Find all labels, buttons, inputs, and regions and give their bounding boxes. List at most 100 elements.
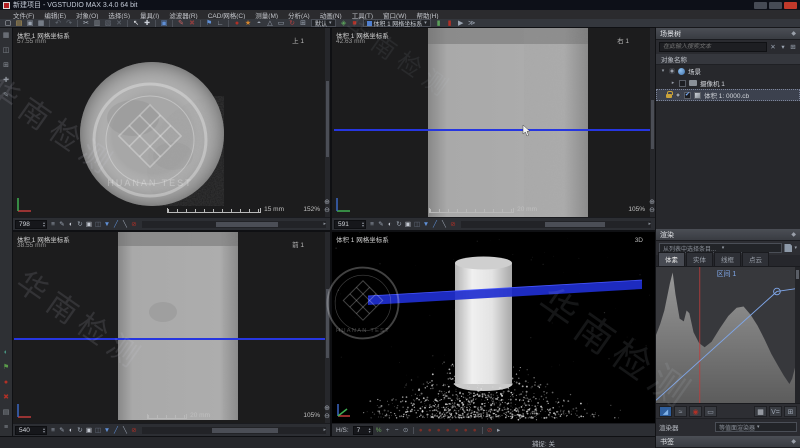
crosshair-tool-icon[interactable]: ✚	[1, 77, 12, 85]
menu-item-10[interactable]: 工具(T)	[347, 10, 378, 20]
viewport-top-view[interactable]: 体积 1 网格坐标系 57.55 mm 上 1 15 mm 152% ⊕⊖ 79…	[13, 28, 330, 230]
play-animation-icon[interactable]: ▶	[456, 19, 466, 28]
menu-item-12[interactable]: 帮助(H)	[412, 10, 444, 20]
bookmark-header[interactable]: 书签 ◆	[656, 436, 800, 448]
magnet-snap-icon[interactable]: ◓	[254, 19, 264, 28]
visibility-icon[interactable]	[669, 68, 675, 74]
marker-icon[interactable]: ▼	[103, 426, 111, 435]
panel-tool-icon[interactable]: ⊞	[1, 62, 12, 70]
viewport-right-view[interactable]: 体积 1 网格坐标系 42.63 mm 右 1 20 mm 105% ⊕⊖ 59…	[332, 28, 655, 230]
maximize-button[interactable]	[769, 2, 782, 9]
material-sphere-icon[interactable]: ●	[232, 19, 242, 28]
spinner-arrows-icon[interactable]: ▴▾	[43, 427, 46, 434]
menu-item-8[interactable]: 分析(A)	[283, 10, 315, 20]
rotate-slice-icon[interactable]: ↻	[76, 426, 84, 435]
flag-tool-icon[interactable]: ⚑	[1, 364, 12, 372]
move-icon[interactable]: ✚	[142, 19, 152, 28]
close-button[interactable]	[784, 2, 797, 9]
clear-search-icon[interactable]: ✕	[769, 43, 777, 51]
center-view-icon[interactable]: ⊙	[402, 426, 410, 435]
tree-row-camera[interactable]: ▸ 摄像机 1	[656, 77, 800, 89]
material-preset-7-icon[interactable]: ●	[471, 426, 479, 435]
ramp-linear-icon[interactable]: ◢	[659, 406, 672, 417]
stop-record-icon[interactable]: ■	[350, 19, 360, 28]
angle-tool-icon[interactable]: △	[265, 19, 275, 28]
expander-icon[interactable]: ▸	[670, 80, 676, 86]
menu-item-0[interactable]: 文件(F)	[8, 10, 39, 20]
import-icon[interactable]: ▦	[36, 19, 46, 28]
preset-dropdown[interactable]: 默认▾	[311, 19, 336, 27]
histogram-panel[interactable]: 区间 1	[656, 267, 800, 404]
scene-tree-header[interactable]: 场景树 ◆	[656, 28, 800, 40]
table-view-icon[interactable]: ▦	[754, 406, 767, 417]
horizontal-scrollbar[interactable]: ▸	[142, 427, 326, 434]
delete-tool-icon[interactable]: ✖	[1, 394, 12, 402]
render-tab-0[interactable]: 体素	[658, 252, 685, 266]
menu-item-6[interactable]: CAD/网格(C)	[203, 10, 251, 20]
spinner-arrows-icon[interactable]: ▴▾	[43, 221, 46, 228]
sphere-tool-icon[interactable]: ◐	[1, 349, 12, 357]
material-preset-5-icon[interactable]: ●	[453, 426, 461, 435]
profile-line-icon[interactable]: ╱	[431, 220, 439, 229]
render-tab-1[interactable]: 实体	[686, 252, 713, 266]
histogram-chart[interactable]	[656, 267, 795, 403]
paste-icon[interactable]: ▧	[103, 19, 113, 28]
annotate-tool-icon[interactable]: ✎	[1, 92, 12, 100]
menu-item-1[interactable]: 编辑(E)	[39, 10, 71, 20]
split-view-tool-icon[interactable]: ◫	[1, 47, 12, 55]
material-preset-2-icon[interactable]: ●	[426, 426, 434, 435]
refresh-icon[interactable]: ↻	[287, 19, 297, 28]
viewport-3d[interactable]: 体积 1 网格坐标系 3D H/S: 7 ▴▾ %+−⊙●●●●●●●⊘▸	[332, 232, 655, 436]
profile-line-icon[interactable]: ╱	[112, 220, 120, 229]
expander-icon[interactable]: ▾	[660, 68, 666, 74]
capture-view-icon[interactable]: ▮	[434, 19, 444, 28]
tree-row-volume[interactable]: ✔ 体积 1: 0000.cb	[656, 89, 800, 101]
measure-line-icon[interactable]: ╲	[440, 220, 448, 229]
volume-3d-image[interactable]	[332, 232, 655, 423]
rotate-slice-icon[interactable]: ↻	[395, 220, 403, 229]
save-preset-icon[interactable]	[784, 244, 792, 252]
zoom-out-3d-icon[interactable]: −	[393, 426, 401, 435]
render-tab-3[interactable]: 点云	[742, 252, 769, 266]
coordinate-system-dropdown[interactable]: 体积 1 网格坐标系▾	[363, 19, 431, 27]
menu-item-9[interactable]: 动画(N)	[315, 10, 347, 20]
registration-icon[interactable]: ◈	[339, 19, 349, 28]
renderer-dropdown[interactable]: 等值面渲染器 ▾	[715, 422, 797, 432]
favorites-star-icon[interactable]: ★	[243, 19, 253, 28]
menu-item-7[interactable]: 测量(M)	[250, 10, 283, 20]
list-tool-icon[interactable]: ▤	[1, 409, 12, 417]
volume-checkbox[interactable]: ✔	[684, 92, 691, 99]
grid-view-tool-icon[interactable]: ▦	[1, 32, 12, 40]
slice-number-input[interactable]: 798 ▴▾	[15, 220, 47, 229]
material-preset-6-icon[interactable]: ●	[462, 426, 470, 435]
opacity-off-icon[interactable]: ◉	[689, 406, 702, 417]
compare-view-icon[interactable]: ◫	[413, 220, 421, 229]
material-preset-3-icon[interactable]: ●	[435, 426, 443, 435]
annotate-slice-icon[interactable]: ✎	[377, 220, 385, 229]
histogram-region-label[interactable]: 区间 1	[716, 269, 736, 279]
rendering-header[interactable]: 渲染 ◆	[656, 229, 800, 241]
disable-lighting-icon[interactable]: ⊘	[486, 426, 494, 435]
contrast-icon[interactable]: ◐	[67, 426, 75, 435]
contrast-icon[interactable]: ◐	[67, 220, 75, 229]
visibility-icon[interactable]	[675, 92, 681, 98]
menu-item-2[interactable]: 对象(O)	[71, 10, 103, 20]
ramp-curve-icon[interactable]: ≈	[674, 406, 687, 417]
palette-icon[interactable]: ▣	[404, 220, 412, 229]
view-options-icon[interactable]: ≡	[368, 220, 376, 229]
zoom-buttons[interactable]: ⊕⊖	[649, 199, 655, 215]
ct-slice-front-image[interactable]	[13, 232, 330, 423]
spinner-arrows-icon[interactable]: ▴▾	[362, 221, 365, 228]
delete-icon[interactable]: ✕	[114, 19, 124, 28]
search-options-icon[interactable]: ▾	[779, 43, 787, 51]
zoom-buttons[interactable]: ⊕⊖	[324, 199, 330, 215]
view-options-icon[interactable]: ≡	[49, 220, 57, 229]
opacity-scrollbar[interactable]	[795, 267, 800, 403]
flag-annotation-icon[interactable]: ⚑	[204, 19, 214, 28]
expand-all-icon[interactable]: ⊞	[789, 43, 797, 51]
histogram-reset-icon[interactable]: ▭	[704, 406, 717, 417]
zoom-in-3d-icon[interactable]: +	[384, 426, 392, 435]
view-options-icon[interactable]: ≡	[49, 426, 57, 435]
ct-slice-top-image[interactable]	[13, 28, 330, 217]
menu-item-11[interactable]: 窗口(W)	[378, 10, 411, 20]
